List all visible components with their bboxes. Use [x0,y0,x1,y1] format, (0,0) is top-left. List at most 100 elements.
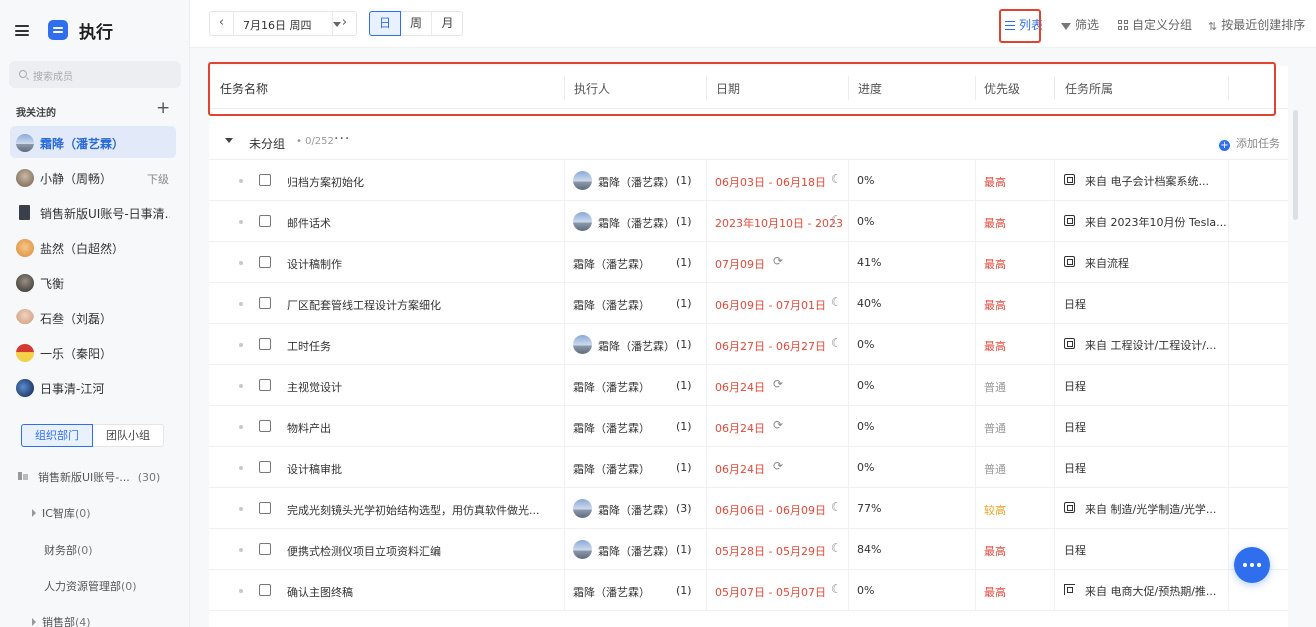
task-date[interactable]: 05月28日 - 05月29日 [715,543,826,559]
task-source[interactable]: 日程 [1064,419,1086,435]
task-source[interactable]: 日程 [1064,378,1086,394]
task-name[interactable]: 完成光刻镜头光学初始结构选型，用仿真软件做光... [287,502,540,518]
table-row[interactable]: 厂区配套管线工程设计方案细化 霜降（潘艺霖） (1) 06月09日 - 07月01日 ☾… [209,283,1288,324]
task-priority[interactable]: 最高 [984,174,1006,190]
tree-item-dept[interactable]: 人力资源管理部(0) [44,578,137,594]
more-options-button[interactable]: ··· [334,131,350,147]
task-source[interactable]: 来自 制造/光学制造/光学... [1085,501,1216,517]
task-name[interactable]: 确认主图终稿 [287,584,353,600]
table-row[interactable]: 工时任务 霜降（潘艺霖） (1) 06月27日 - 06月27日 ☾ 0% 最高 来自 工程设… [209,324,1288,365]
task-date[interactable]: 06月27日 - 06月27日 [715,338,826,354]
task-priority[interactable]: 最高 [984,584,1006,600]
custom-group-button[interactable]: 自定义分组 [1118,16,1192,33]
tree-item-org[interactable]: 销售新版UI账号-... (30) [38,469,160,485]
task-source[interactable]: 日程 [1064,542,1086,558]
task-source[interactable]: 来自 工程设计/工程设计/... [1085,337,1216,353]
vertical-scrollbar[interactable] [1293,110,1298,220]
table-row[interactable]: 主视觉设计 霜降（潘艺霖） (1) 06月24日 ⟳ 0% 普通 日程 [209,365,1288,406]
expand-caret-icon[interactable] [32,618,36,626]
task-priority[interactable]: 普通 [984,461,1006,477]
task-name[interactable]: 工时任务 [287,338,331,354]
task-name[interactable]: 设计稿审批 [287,461,342,477]
task-date[interactable]: 06月09日 - 07月01日 [715,297,826,313]
task-date[interactable]: 2023年10月10日 - 2023年 [715,215,843,231]
task-checkbox[interactable] [259,338,271,350]
expand-caret-icon[interactable] [32,509,36,517]
task-progress[interactable]: 41% [857,256,881,269]
sidebar-item-member[interactable]: 霜降（潘艺霖） [10,126,176,158]
drag-handle-icon[interactable] [239,261,243,265]
task-name[interactable]: 主视觉设计 [287,379,342,395]
drag-handle-icon[interactable] [239,548,243,552]
task-checkbox[interactable] [259,297,271,309]
task-progress[interactable]: 84% [857,543,881,556]
task-checkbox[interactable] [259,461,271,473]
task-priority[interactable]: 普通 [984,379,1006,395]
sort-button[interactable]: ⇅ 按最近创建排序 [1208,16,1305,33]
task-name[interactable]: 归档方案初始化 [287,174,364,190]
add-task-button[interactable]: + 添加任务 [1219,135,1280,151]
task-checkbox[interactable] [259,215,271,227]
task-name[interactable]: 便携式检测仪项目立项资料汇编 [287,543,441,559]
drag-handle-icon[interactable] [239,220,243,224]
task-progress[interactable]: 0% [857,379,874,392]
table-row[interactable]: 设计稿制作 霜降（潘艺霖） (1) 07月09日 ⟳ 41% 最高 来自流程 [209,242,1288,283]
tree-item-dept[interactable]: IC智库(0) [32,505,91,521]
task-priority[interactable]: 最高 [984,338,1006,354]
task-checkbox[interactable] [259,256,271,268]
task-source[interactable]: 日程 [1064,296,1086,312]
task-checkbox[interactable] [259,420,271,432]
drag-handle-icon[interactable] [239,343,243,347]
hamburger-menu-icon[interactable] [15,25,29,36]
task-priority[interactable]: 最高 [984,543,1006,559]
task-checkbox[interactable] [259,174,271,186]
task-checkbox[interactable] [259,379,271,391]
drag-handle-icon[interactable] [239,302,243,306]
task-date[interactable]: 06月24日 [715,461,765,477]
task-progress[interactable]: 77% [857,502,881,515]
task-source[interactable]: 来自 电子会计档案系统... [1085,173,1209,189]
task-name[interactable]: 物料产出 [287,420,331,436]
sidebar-item-member[interactable]: 飞衡 [10,266,176,298]
task-source[interactable]: 来自流程 [1085,255,1129,271]
drag-handle-icon[interactable] [239,589,243,593]
task-date[interactable]: 07月09日 [715,256,765,272]
task-progress[interactable]: 0% [857,584,874,597]
sidebar-item-member[interactable]: 销售新版UI账号-日事清... [10,196,176,228]
sidebar-item-member[interactable]: 日事清-江河 [10,371,176,403]
sidebar-item-member[interactable]: 小静（周畅） 下级 [10,161,176,193]
prev-date-button[interactable]: ‹ [210,12,234,35]
filter-button[interactable]: 筛选 [1061,16,1099,33]
task-progress[interactable]: 0% [857,174,874,187]
drag-handle-icon[interactable] [239,179,243,183]
task-progress[interactable]: 40% [857,297,881,310]
sidebar-item-member[interactable]: 盐然（白超然） [10,231,176,263]
tab-day[interactable]: 日 [369,11,401,36]
task-date[interactable]: 06月24日 [715,379,765,395]
table-row[interactable]: 归档方案初始化 霜降（潘艺霖） (1) 06月03日 - 06月18日 ☾ 0% 最高 来自 … [209,160,1288,201]
task-name[interactable]: 厂区配套管线工程设计方案细化 [287,297,441,313]
member-search-input[interactable]: 搜索成员 [9,61,181,88]
sidebar-item-member[interactable]: 石叁（刘磊） [10,301,176,333]
tab-week[interactable]: 周 [401,12,432,35]
task-date[interactable]: 06月03日 - 06月18日 [715,174,826,190]
task-date[interactable]: 06月06日 - 06月09日 [715,502,826,518]
table-row[interactable]: 确认主图终稿 霜降（潘艺霖） (1) 05月07日 - 05月07日 ☾ 0% 最高 来自 电… [209,570,1288,611]
task-progress[interactable]: 0% [857,420,874,433]
task-name[interactable]: 邮件话术 [287,215,331,231]
task-name[interactable]: 设计稿制作 [287,256,342,272]
table-row[interactable]: 完成光刻镜头光学初始结构选型，用仿真软件做光... 霜降（潘艺霖） (3) 06月06… [209,488,1288,529]
more-actions-fab[interactable] [1234,547,1270,583]
task-checkbox[interactable] [259,584,271,596]
current-date-label[interactable]: 7月16日 周四 [243,17,312,33]
task-date[interactable]: 05月07日 - 05月07日 [715,584,826,600]
drag-handle-icon[interactable] [239,384,243,388]
task-priority[interactable]: 普通 [984,420,1006,436]
table-row[interactable]: 便携式检测仪项目立项资料汇编 霜降（潘艺霖） (1) 05月28日 - 05月29日 ☾… [209,529,1288,570]
task-priority[interactable]: 最高 [984,297,1006,313]
collapse-caret-icon[interactable] [225,138,233,143]
add-following-button[interactable]: + [156,100,170,117]
task-progress[interactable]: 0% [857,215,874,228]
task-checkbox[interactable] [259,502,271,514]
next-date-button[interactable]: › [332,12,356,35]
